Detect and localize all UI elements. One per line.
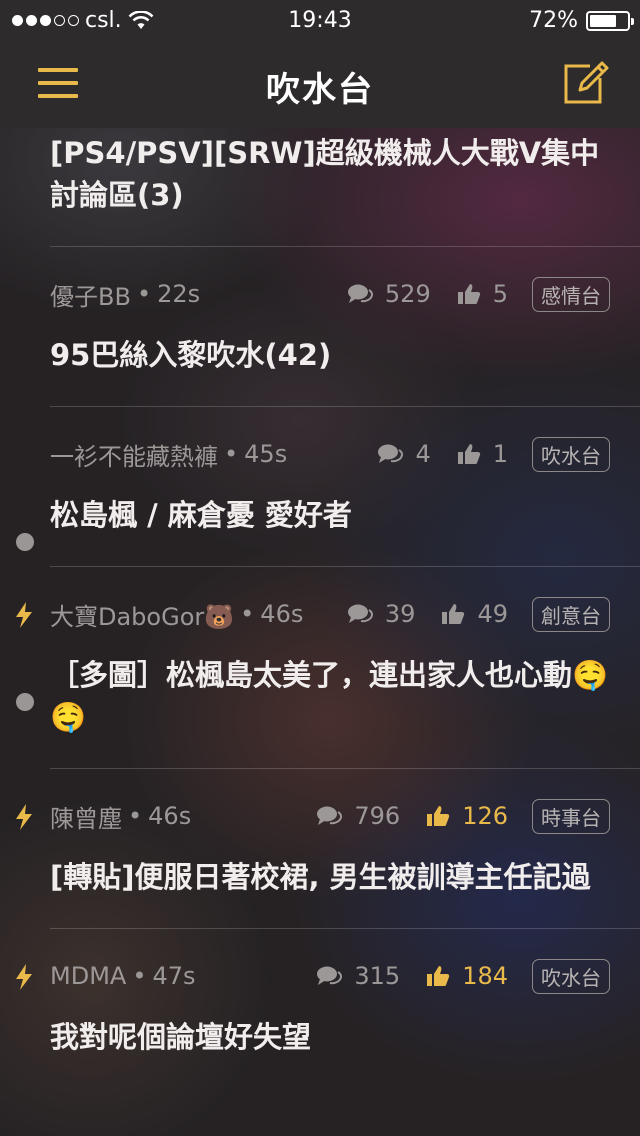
comment-icon xyxy=(317,806,343,825)
lightning-icon xyxy=(16,964,32,990)
like-count: 184 xyxy=(426,962,508,990)
comment-icon xyxy=(347,604,373,623)
author-name: MDMA xyxy=(50,962,127,990)
category-badge[interactable]: 吹水台 xyxy=(532,958,610,994)
category-badge[interactable]: 創意台 xyxy=(532,596,610,632)
thread-title: 我對呢個論壇好失望 xyxy=(50,1020,312,1054)
author-name: 陳曾塵 xyxy=(50,804,122,833)
thumbs-up-icon xyxy=(442,604,465,624)
unread-dot xyxy=(16,533,34,551)
lightning-icon xyxy=(16,804,32,830)
battery-status: 72% xyxy=(529,8,634,33)
reply-count: 4 xyxy=(377,440,431,468)
thread-title: [PS4/PSV][SRW]超級機械人大戰V集中討論區(3) xyxy=(50,136,600,212)
thread-item[interactable]: 陳曾塵 • 46s 796 126 時事台 [轉貼]便服日著校裙, 男生被訓導主… xyxy=(0,768,640,928)
like-count: 49 xyxy=(441,600,508,628)
category-badge[interactable]: 吹水台 xyxy=(532,436,610,472)
thread-item[interactable]: 優子BB • 22s 529 5 感情台 95巴絲入黎吹水(42) xyxy=(0,246,640,406)
compose-button[interactable] xyxy=(560,58,610,108)
like-count: 5 xyxy=(457,280,508,308)
post-time: 47s xyxy=(152,962,196,990)
like-count: 1 xyxy=(457,440,508,468)
thread-meta: 一衫不能藏熱褲 • 45s 4 1 吹水台 xyxy=(50,406,610,502)
comment-icon xyxy=(347,284,373,303)
thread-item[interactable]: [PS4/PSV][SRW]超級機械人大戰V集中討論區(3) xyxy=(0,132,640,246)
hamburger-menu-icon xyxy=(38,68,78,72)
author-name: 優子BB xyxy=(50,282,131,311)
unread-dot xyxy=(16,693,34,711)
post-time: 46s xyxy=(148,802,192,830)
thread-meta: 優子BB • 22s 529 5 感情台 xyxy=(50,246,610,342)
thread-item[interactable]: MDMA • 47s 315 184 吹水台 我對呢個論壇好失望 xyxy=(0,928,640,1088)
reply-count: 39 xyxy=(347,600,415,628)
battery-percent: 72% xyxy=(529,8,578,33)
thread-list: [PS4/PSV][SRW]超級機械人大戰V集中討論區(3) 優子BB • 22… xyxy=(0,128,640,1136)
thread-meta: MDMA • 47s 315 184 吹水台 xyxy=(50,928,610,1024)
nav-bar: 吹水台 xyxy=(0,40,640,128)
lightning-icon xyxy=(16,602,32,628)
author-name: 大寶DaboGor🐻 xyxy=(50,602,235,631)
page-title: 吹水台 xyxy=(266,70,374,110)
thread-meta: 陳曾塵 • 46s 796 126 時事台 xyxy=(50,768,610,864)
category-badge[interactable]: 感情台 xyxy=(532,276,610,312)
reply-count: 315 xyxy=(316,962,400,990)
thumbs-up-icon xyxy=(427,806,450,826)
battery-icon xyxy=(586,10,634,31)
reply-count: 796 xyxy=(316,802,400,830)
category-badge[interactable]: 時事台 xyxy=(532,798,610,834)
compose-icon xyxy=(564,61,609,104)
thumbs-up-icon xyxy=(427,966,450,986)
post-time: 22s xyxy=(157,280,201,308)
reply-count: 529 xyxy=(347,280,431,308)
post-time: 45s xyxy=(244,440,288,468)
comment-icon xyxy=(317,966,343,985)
thumbs-up-icon xyxy=(457,444,480,464)
like-count: 126 xyxy=(426,802,508,830)
battery-fill xyxy=(590,14,616,27)
post-time: 46s xyxy=(260,600,304,628)
thread-item[interactable]: 一衫不能藏熱褲 • 45s 4 1 吹水台 松島楓 / 麻倉憂 愛好者 xyxy=(0,406,640,566)
thread-item[interactable]: 大寶DaboGor🐻 • 46s 39 49 創意台 ［多圖］松楓島太美了，連出… xyxy=(0,566,640,768)
thread-title: ［多圖］松楓島太美了，連出家人也心動🤤 🤤 xyxy=(50,658,609,734)
author-name: 一衫不能藏熱褲 xyxy=(50,442,218,471)
thread-title: 松島楓 / 麻倉憂 愛好者 xyxy=(50,498,352,532)
thread-meta: 大寶DaboGor🐻 • 46s 39 49 創意台 xyxy=(50,566,610,662)
menu-button[interactable] xyxy=(38,68,78,100)
thumbs-up-icon xyxy=(457,284,480,304)
comment-icon xyxy=(378,444,404,463)
thread-title: [轉貼]便服日著校裙, 男生被訓導主任記過 xyxy=(50,860,591,894)
thread-title: 95巴絲入黎吹水(42) xyxy=(50,338,332,372)
status-bar: csl. 19:43 72% xyxy=(0,0,640,40)
